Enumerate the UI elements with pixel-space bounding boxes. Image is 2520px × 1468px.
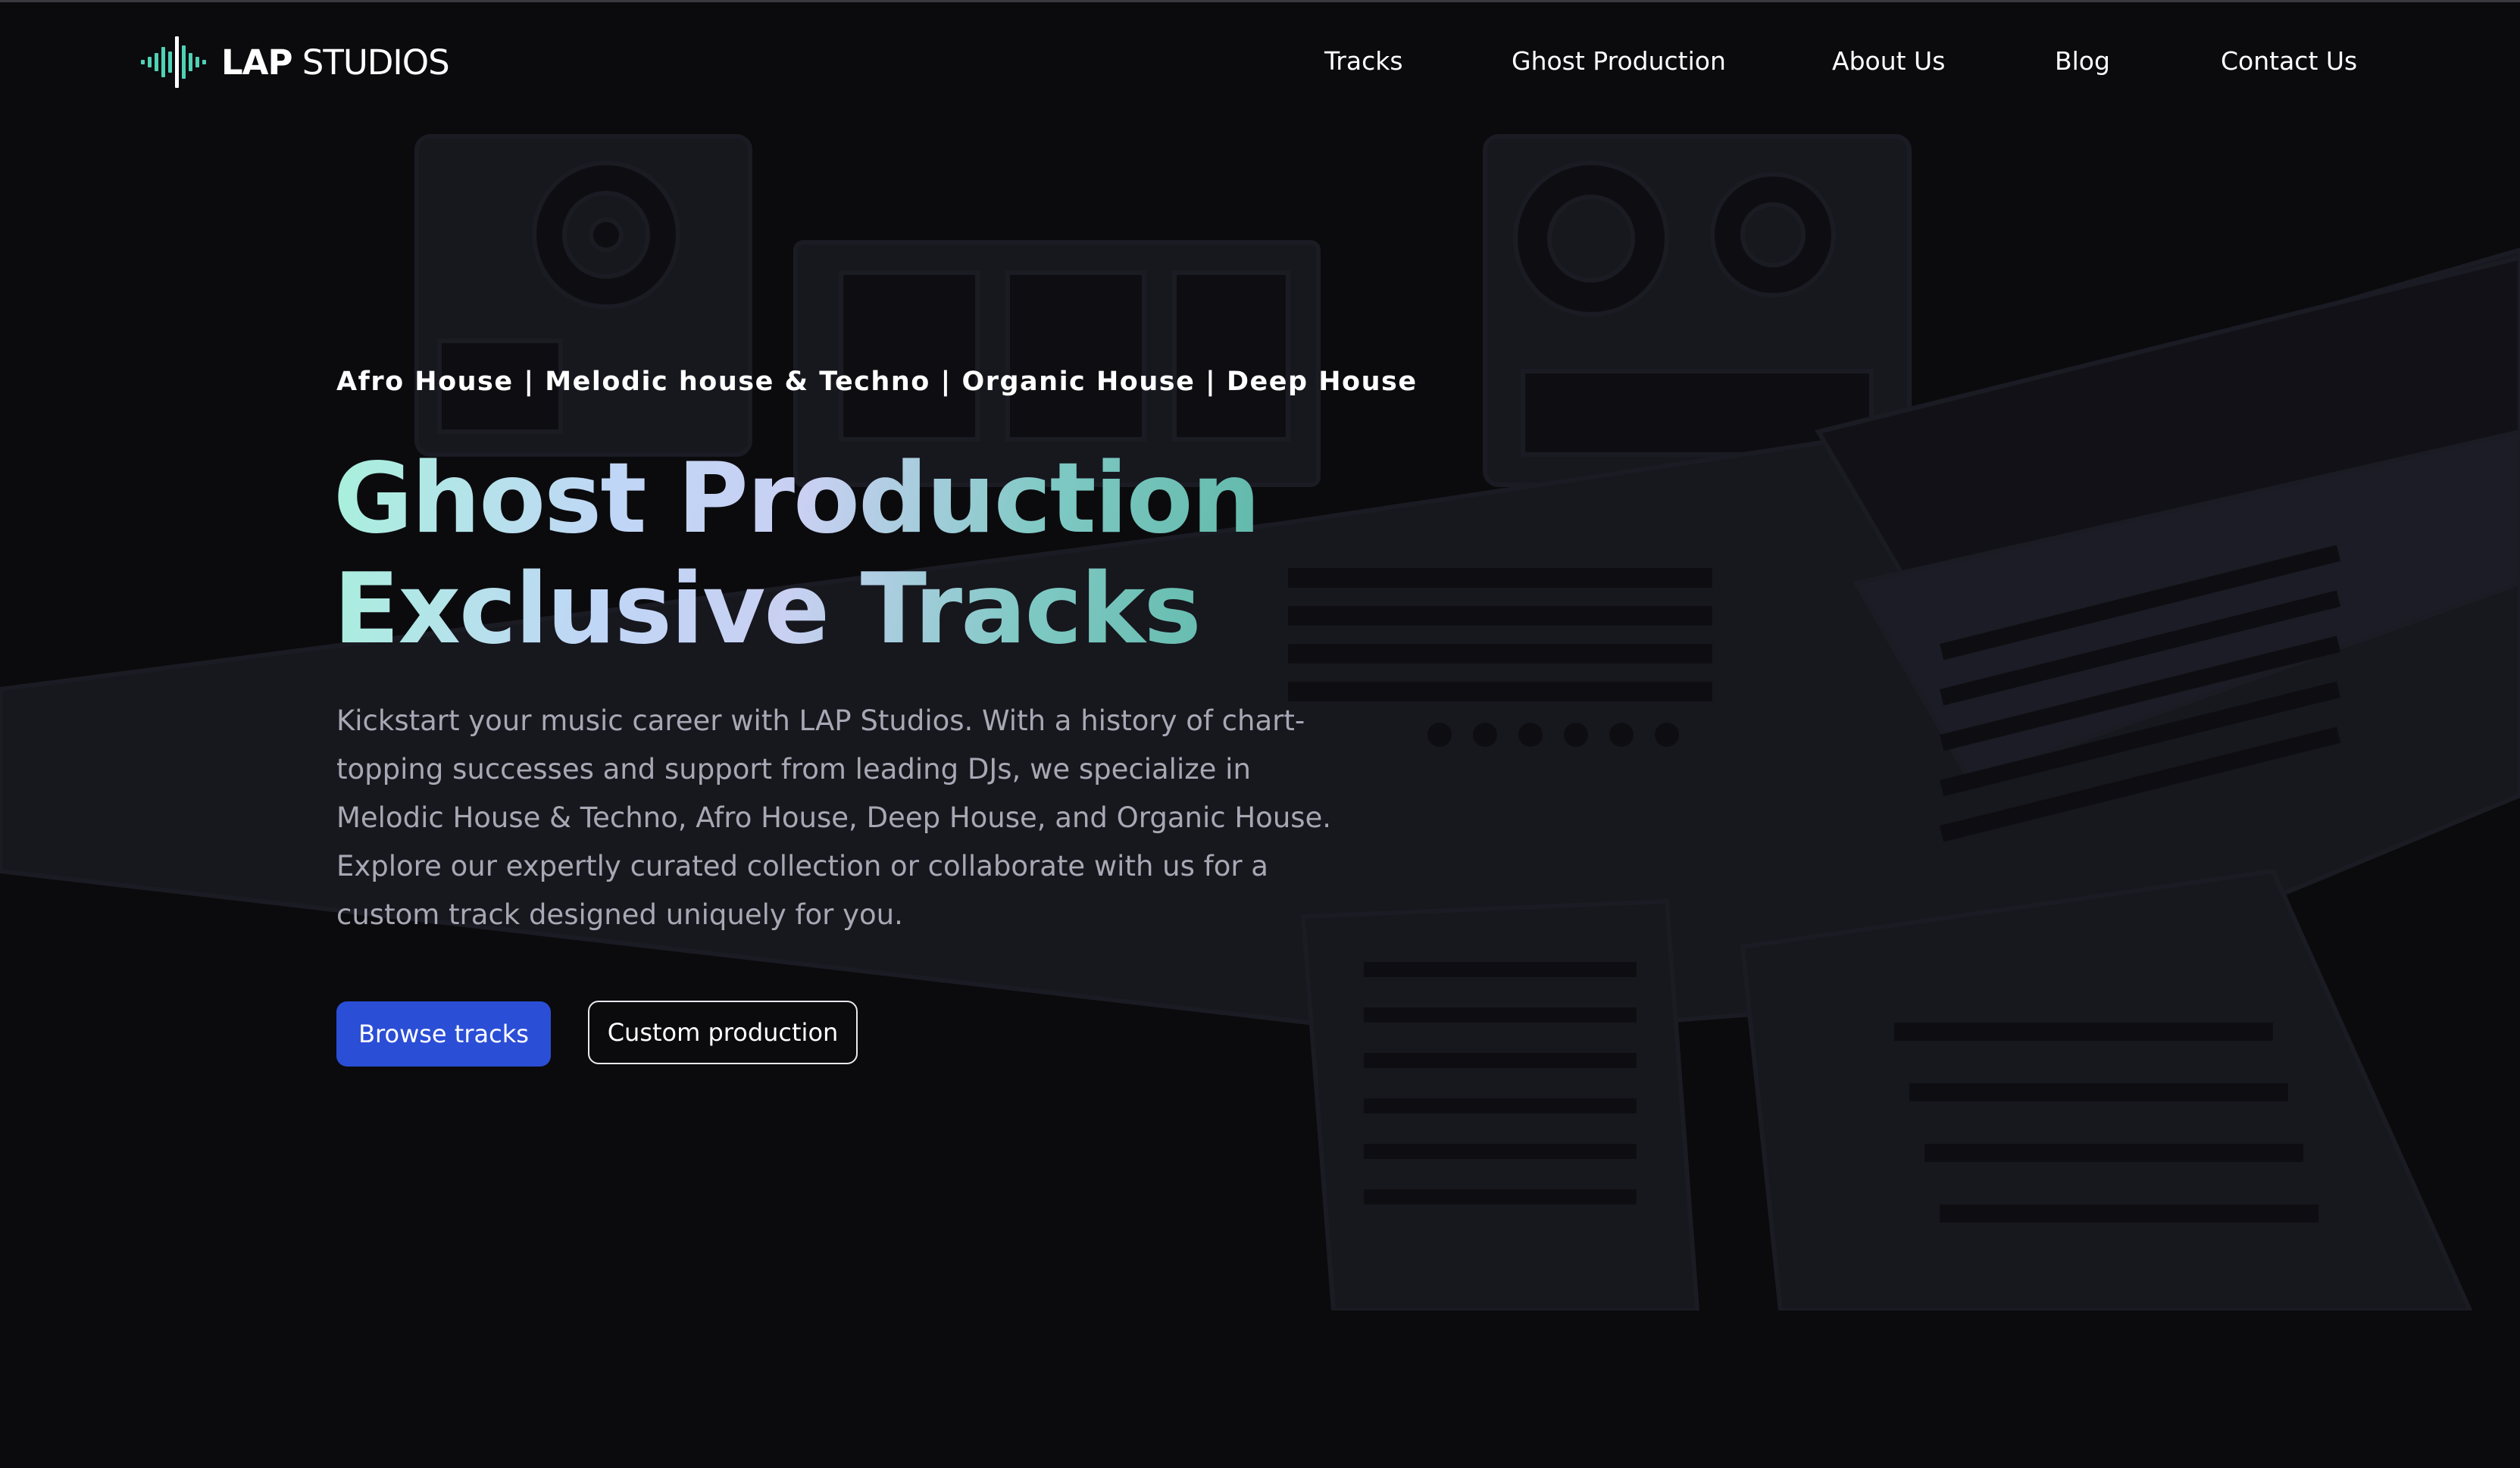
nav-item-tracks[interactable]: Tracks bbox=[1324, 42, 1403, 80]
hero-description: Kickstart your music career with LAP Stu… bbox=[336, 704, 1332, 931]
hero-headline-line2: Exclusive Tracks bbox=[333, 553, 1200, 666]
hero-headline: Ghost Production Exclusive Tracks bbox=[333, 444, 1259, 665]
custom-production-button[interactable]: Custom production bbox=[588, 1001, 858, 1064]
logo-wordmark: LAP STUDIOS bbox=[221, 42, 450, 83]
site-header: LAP STUDIOS Tracks Ghost Production Abou… bbox=[0, 0, 2520, 121]
nav-item-ghost-production[interactable]: Ghost Production bbox=[1512, 42, 1726, 80]
sound-wave-logo-icon bbox=[141, 36, 206, 88]
logo-wordmark-strong: LAP bbox=[221, 42, 292, 83]
nav-item-contact-us[interactable]: Contact Us bbox=[2221, 42, 2357, 80]
browse-tracks-button[interactable]: Browse tracks bbox=[336, 1001, 551, 1067]
nav-item-blog[interactable]: Blog bbox=[2055, 42, 2110, 80]
logo-wordmark-light: STUDIOS bbox=[292, 42, 450, 83]
hero-headline-line1: Ghost Production bbox=[333, 442, 1259, 555]
site-logo[interactable]: LAP STUDIOS bbox=[141, 36, 450, 88]
genre-tagline: Afro House | Melodic house & Techno | Or… bbox=[336, 367, 1418, 397]
nav-item-about-us[interactable]: About Us bbox=[1832, 42, 1945, 80]
